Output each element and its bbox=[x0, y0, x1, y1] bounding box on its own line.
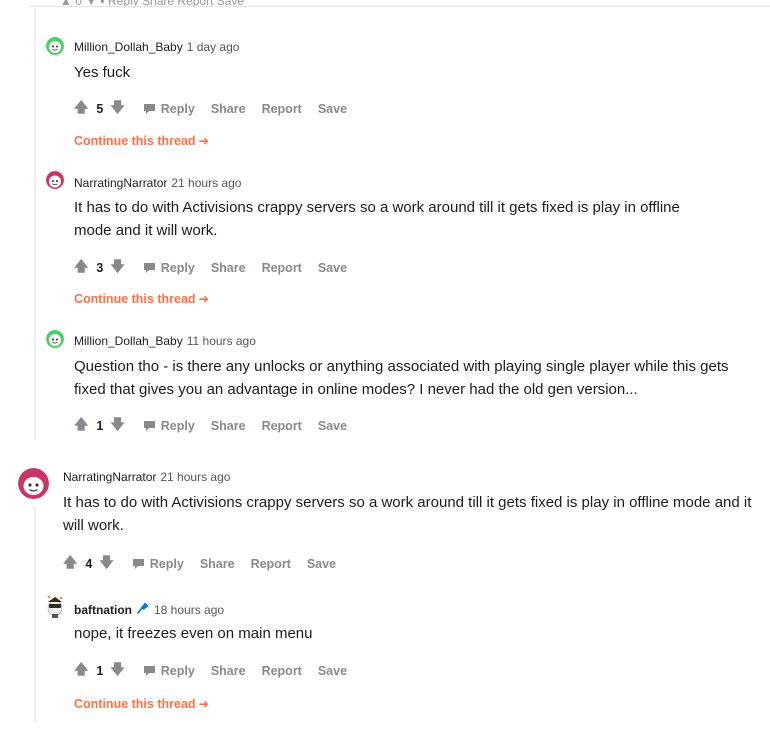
timestamp[interactable]: 21 hours ago bbox=[171, 176, 241, 190]
downvote-arrow-icon[interactable]: 🡇 bbox=[110, 659, 124, 683]
reply-label: Reply bbox=[160, 261, 195, 275]
comment-body: It has to do with Activisions crappy ser… bbox=[63, 494, 752, 534]
upvote-arrow-icon[interactable]: 🡅 bbox=[74, 97, 88, 121]
thread-line[interactable] bbox=[34, 8, 36, 440]
save-button[interactable]: Save bbox=[318, 419, 347, 433]
save-button[interactable]: Save bbox=[318, 261, 347, 275]
comment-bubble-icon bbox=[143, 421, 155, 431]
continue-thread-link[interactable]: Continue this thread ➜ bbox=[74, 291, 209, 306]
save-button[interactable]: Save bbox=[307, 557, 336, 571]
reply-label: Reply bbox=[160, 664, 195, 678]
comment-body: It has to do with Activisions crappy ser… bbox=[74, 199, 680, 239]
divider bbox=[30, 6, 770, 7]
previous-comment-actions-fragment: ▲ 0 ▼ ▪ Reply Share Report Save bbox=[0, 0, 770, 8]
share-button[interactable]: Share bbox=[211, 419, 246, 433]
comment-bubble-icon bbox=[132, 559, 144, 569]
green-snoo-icon bbox=[46, 330, 64, 348]
share-button[interactable]: Share bbox=[211, 664, 246, 678]
continue-thread-label: Continue this thread bbox=[74, 134, 196, 148]
downvote-arrow-icon[interactable]: 🡇 bbox=[110, 414, 124, 438]
username-link[interactable]: NarratingNarrator bbox=[63, 470, 156, 484]
reply-button[interactable]: Reply bbox=[143, 419, 195, 433]
avatar[interactable] bbox=[46, 37, 64, 55]
share-button[interactable]: Share bbox=[200, 557, 235, 571]
timestamp[interactable]: 1 day ago bbox=[187, 40, 240, 54]
reply-button[interactable]: Reply bbox=[143, 261, 195, 275]
save-button[interactable]: Save bbox=[318, 664, 347, 678]
downvote-arrow-icon[interactable]: 🡇 bbox=[99, 552, 113, 576]
microphone-icon bbox=[136, 601, 150, 618]
upvote-arrow-icon[interactable]: 🡅 bbox=[74, 256, 88, 280]
comment-bubble-icon bbox=[143, 263, 155, 273]
upvote-arrow-icon[interactable]: 🡅 bbox=[63, 552, 77, 576]
share-button[interactable]: Share bbox=[211, 261, 246, 275]
username-link[interactable]: Million_Dollah_Baby bbox=[74, 40, 183, 54]
pink-snoo-icon bbox=[46, 171, 64, 189]
comment-body: Question tho - is there any unlocks or a… bbox=[74, 358, 729, 398]
save-button[interactable]: Save bbox=[318, 102, 347, 116]
reply-button[interactable]: Reply bbox=[143, 102, 195, 116]
avatar[interactable] bbox=[46, 171, 64, 189]
reply-label: Reply bbox=[160, 102, 195, 116]
report-button[interactable]: Report bbox=[262, 419, 302, 433]
timestamp[interactable]: 18 hours ago bbox=[154, 603, 224, 617]
continue-thread-label: Continue this thread bbox=[74, 292, 196, 306]
comment-bubble-icon bbox=[143, 104, 155, 114]
comment-bubble-icon bbox=[143, 666, 155, 676]
continue-thread-link[interactable]: Continue this thread ➜ bbox=[74, 696, 209, 711]
reply-button[interactable]: Reply bbox=[132, 557, 184, 571]
username-link[interactable]: baftnation bbox=[74, 603, 132, 617]
avatar[interactable] bbox=[46, 330, 64, 348]
vote-score: 1 bbox=[96, 419, 104, 433]
arrow-right-icon: ➜ bbox=[198, 134, 210, 148]
report-button[interactable]: Report bbox=[262, 664, 302, 678]
arrow-right-icon: ➜ bbox=[198, 697, 210, 711]
vote-score: 4 bbox=[85, 557, 93, 571]
share-button[interactable]: Share bbox=[211, 102, 246, 116]
continue-thread-link[interactable]: Continue this thread ➜ bbox=[74, 133, 209, 148]
thread-line[interactable] bbox=[34, 508, 36, 723]
comment-body: nope, it freezes even on main menu bbox=[74, 625, 313, 642]
report-button[interactable]: Report bbox=[262, 261, 302, 275]
vote-score: 1 bbox=[96, 664, 104, 678]
username-link[interactable]: NarratingNarrator bbox=[74, 176, 167, 190]
green-snoo-icon bbox=[46, 37, 64, 55]
upvote-arrow-icon[interactable]: 🡅 bbox=[74, 659, 88, 683]
report-button[interactable]: Report bbox=[262, 102, 302, 116]
reply-button[interactable]: Reply bbox=[143, 664, 195, 678]
username-link[interactable]: Million_Dollah_Baby bbox=[74, 334, 183, 348]
timestamp[interactable]: 21 hours ago bbox=[160, 470, 230, 484]
avatar[interactable] bbox=[44, 594, 66, 618]
report-button[interactable]: Report bbox=[251, 557, 291, 571]
comment-body: Yes fuck bbox=[74, 64, 131, 81]
vote-score: 5 bbox=[96, 102, 104, 116]
reply-label: Reply bbox=[160, 419, 195, 433]
timestamp[interactable]: 11 hours ago bbox=[187, 334, 256, 348]
downvote-arrow-icon[interactable]: 🡇 bbox=[110, 256, 124, 280]
reply-label: Reply bbox=[149, 557, 184, 571]
arrow-right-icon: ➜ bbox=[198, 292, 210, 306]
avatar[interactable] bbox=[18, 468, 49, 499]
custom-avatar-icon bbox=[47, 595, 63, 618]
pink-snoo-icon bbox=[18, 468, 49, 499]
vote-score: 3 bbox=[96, 261, 104, 275]
upvote-arrow-icon[interactable]: 🡅 bbox=[74, 414, 88, 438]
downvote-arrow-icon[interactable]: 🡇 bbox=[110, 97, 124, 121]
continue-thread-label: Continue this thread bbox=[74, 697, 196, 711]
